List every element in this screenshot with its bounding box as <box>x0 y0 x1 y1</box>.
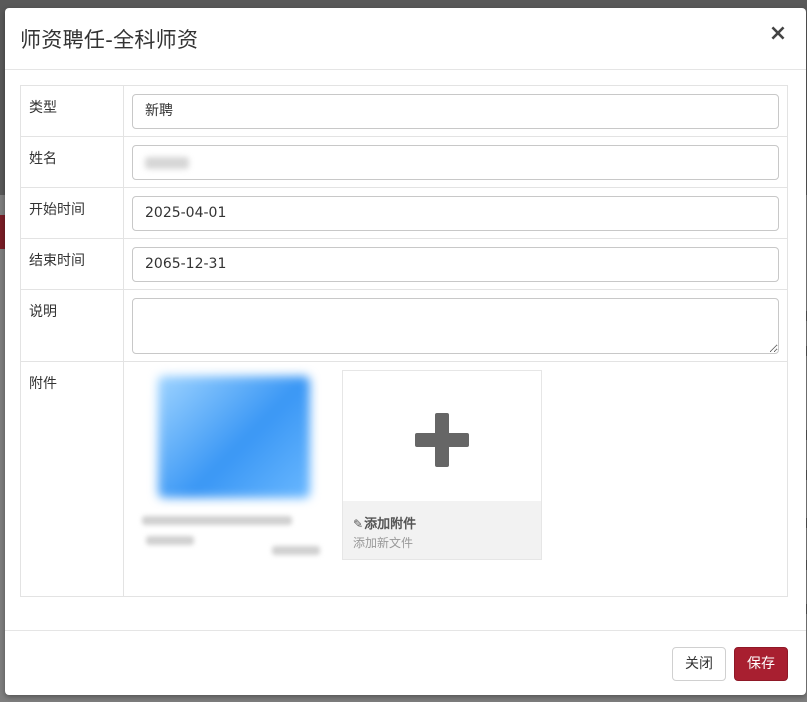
save-button[interactable]: 保存 <box>734 647 788 681</box>
add-attachment-text: 添加附件 <box>364 517 417 532</box>
form-row-name: 姓名 <box>20 136 788 188</box>
form-row-description: 说明 <box>20 289 788 362</box>
add-attachment-title: ✎添加附件 <box>353 513 416 532</box>
attachment-file-card[interactable] <box>132 370 332 560</box>
start-date-input[interactable]: 2025-04-01 <box>132 196 779 231</box>
name-label: 姓名 <box>20 136 124 188</box>
attachment-label: 附件 <box>20 361 124 597</box>
paperclip-icon: ✎ <box>353 517 364 531</box>
description-textarea[interactable] <box>132 298 779 354</box>
end-date-label: 结束时间 <box>20 238 124 290</box>
redacted-file-size <box>272 546 320 555</box>
form-row-end: 结束时间 2065-12-31 <box>20 238 788 290</box>
modal-header: 师资聘任-全科师资 × <box>5 8 806 70</box>
type-label: 类型 <box>20 85 124 137</box>
close-icon[interactable]: × <box>768 22 788 46</box>
description-label: 说明 <box>20 289 124 362</box>
redacted-file-meta <box>146 536 194 545</box>
start-date-label: 开始时间 <box>20 187 124 239</box>
form-row-attachment: 附件 ✎添加附件 添加新文件 <box>20 361 788 597</box>
redacted-file-name <box>142 516 292 525</box>
type-input[interactable]: 新聘 <box>132 94 779 129</box>
attachment-area: ✎添加附件 添加新文件 <box>123 361 788 597</box>
modal-footer: 关闭 保存 <box>5 630 806 695</box>
appointment-modal: 师资聘任-全科师资 × 类型 新聘 姓名 开始时间 2025-04-01 结束时… <box>5 8 806 695</box>
close-button[interactable]: 关闭 <box>672 647 726 681</box>
file-thumbnail <box>158 376 310 498</box>
modal-title: 师资聘任-全科师资 <box>20 28 199 52</box>
name-input[interactable] <box>132 145 779 180</box>
plus-icon <box>415 413 469 467</box>
add-attachment-subtitle: 添加新文件 <box>353 536 414 550</box>
end-date-input[interactable]: 2065-12-31 <box>132 247 779 282</box>
add-attachment-card[interactable]: ✎添加附件 添加新文件 <box>342 370 542 560</box>
form-table: 类型 新聘 姓名 开始时间 2025-04-01 结束时间 2065-12-31 <box>20 85 788 597</box>
form-row-type: 类型 新聘 <box>20 85 788 137</box>
add-attachment-footer: ✎添加附件 添加新文件 <box>343 501 541 559</box>
redacted-name <box>145 157 189 169</box>
form-row-start: 开始时间 2025-04-01 <box>20 187 788 239</box>
